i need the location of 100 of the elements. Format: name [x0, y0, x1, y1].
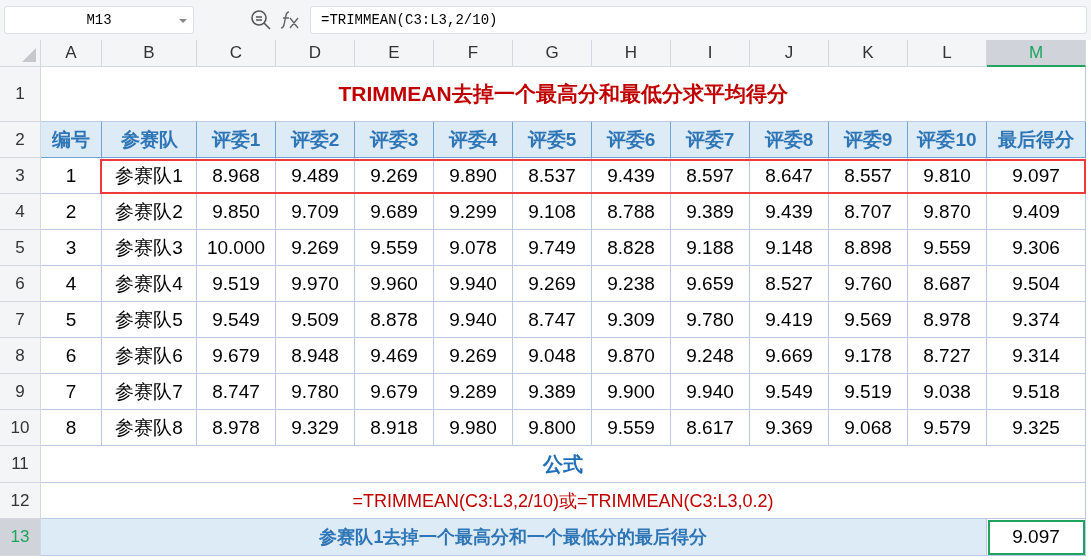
table-cell: 8.828	[592, 230, 671, 266]
table-cell: 8.687	[908, 266, 987, 302]
table-cell: 9.097	[987, 158, 1086, 194]
table-cell: 9.038	[908, 374, 987, 410]
table-cell: 9.940	[434, 266, 513, 302]
row-header[interactable]: 5	[0, 230, 41, 266]
table-cell: 9.068	[829, 410, 908, 446]
row-header[interactable]: 12	[0, 483, 41, 519]
caret-icon	[179, 19, 187, 23]
table-cell: 8.978	[197, 410, 276, 446]
table-cell: 9.389	[513, 374, 592, 410]
table-cell: 9.409	[987, 194, 1086, 230]
table-cell: 9.870	[592, 338, 671, 374]
zoom-out-icon[interactable]	[250, 9, 272, 31]
table-cell: 9.709	[276, 194, 355, 230]
column-heading: 评委4	[434, 122, 513, 158]
column-heading: 评委10	[908, 122, 987, 158]
table-cell: 8.978	[908, 302, 987, 338]
table-cell: 9.108	[513, 194, 592, 230]
table-cell: 9.780	[671, 302, 750, 338]
row-header[interactable]: 7	[0, 302, 41, 338]
name-box[interactable]: M13	[4, 6, 194, 34]
table-cell: 参赛队1	[102, 158, 197, 194]
table-cell: 9.299	[434, 194, 513, 230]
column-header[interactable]: F	[434, 40, 513, 67]
table-cell: 9.940	[434, 302, 513, 338]
column-header[interactable]: K	[829, 40, 908, 67]
table-cell: 9.389	[671, 194, 750, 230]
column-header[interactable]: J	[750, 40, 829, 67]
table-cell: 9.269	[513, 266, 592, 302]
column-header[interactable]: I	[671, 40, 750, 67]
table-cell: 9.504	[987, 266, 1086, 302]
column-header[interactable]: D	[276, 40, 355, 67]
table-cell: 8	[41, 410, 102, 446]
row-header[interactable]: 9	[0, 374, 41, 410]
table-cell: 9.549	[197, 302, 276, 338]
table-cell: 8.747	[513, 302, 592, 338]
table-cell: 8.747	[197, 374, 276, 410]
column-header[interactable]: H	[592, 40, 671, 67]
table-cell: 参赛队6	[102, 338, 197, 374]
table-cell: 9.518	[987, 374, 1086, 410]
column-heading: 评委9	[829, 122, 908, 158]
table-cell: 9.188	[671, 230, 750, 266]
row-header[interactable]: 3	[0, 158, 41, 194]
formula-field[interactable]: =TRIMMEAN(C3:L3,2/10)	[310, 6, 1087, 34]
table-cell: 9.374	[987, 302, 1086, 338]
table-cell: 8.918	[355, 410, 434, 446]
table-cell: 9.329	[276, 410, 355, 446]
table-cell: 3	[41, 230, 102, 266]
column-heading: 评委7	[671, 122, 750, 158]
table-cell: 9.810	[908, 158, 987, 194]
table-cell: 8.537	[513, 158, 592, 194]
table-cell: 1	[41, 158, 102, 194]
table-cell: 9.469	[355, 338, 434, 374]
row-header[interactable]: 2	[0, 122, 41, 158]
column-header[interactable]: C	[197, 40, 276, 67]
section-label: 公式	[41, 446, 1086, 483]
table-cell: 9.306	[987, 230, 1086, 266]
row-header[interactable]: 11	[0, 446, 41, 483]
table-cell: 10.000	[197, 230, 276, 266]
table-cell: 9.178	[829, 338, 908, 374]
table-cell: 9.238	[592, 266, 671, 302]
table-cell: 9.679	[355, 374, 434, 410]
column-heading: 参赛队	[102, 122, 197, 158]
table-cell: 8.898	[829, 230, 908, 266]
row-header[interactable]: 10	[0, 410, 41, 446]
table-cell: 9.269	[355, 158, 434, 194]
table-cell: 9.439	[750, 194, 829, 230]
table-cell: 9.369	[750, 410, 829, 446]
table-cell: 9.780	[276, 374, 355, 410]
column-header[interactable]: L	[908, 40, 987, 67]
column-heading: 评委2	[276, 122, 355, 158]
table-cell: 9.325	[987, 410, 1086, 446]
column-header[interactable]: E	[355, 40, 434, 67]
table-cell: 9.800	[513, 410, 592, 446]
column-heading: 评委6	[592, 122, 671, 158]
column-header[interactable]: G	[513, 40, 592, 67]
table-cell: 9.269	[434, 338, 513, 374]
table-cell: 9.289	[434, 374, 513, 410]
table-cell: 9.569	[829, 302, 908, 338]
table-cell: 9.078	[434, 230, 513, 266]
table-cell: 8.527	[750, 266, 829, 302]
row-header[interactable]: 1	[0, 67, 41, 122]
table-cell: 9.689	[355, 194, 434, 230]
table-cell: 9.749	[513, 230, 592, 266]
table-cell: 9.559	[355, 230, 434, 266]
column-header[interactable]: A	[41, 40, 102, 67]
table-cell: 9.549	[750, 374, 829, 410]
table-cell: 参赛队5	[102, 302, 197, 338]
column-heading: 评委5	[513, 122, 592, 158]
table-cell: 7	[41, 374, 102, 410]
row-header[interactable]: 6	[0, 266, 41, 302]
column-header[interactable]: B	[102, 40, 197, 67]
table-cell: 9.439	[592, 158, 671, 194]
table-cell: 参赛队8	[102, 410, 197, 446]
table-cell: 9.579	[908, 410, 987, 446]
row-header[interactable]: 8	[0, 338, 41, 374]
table-cell: 4	[41, 266, 102, 302]
row-header[interactable]: 4	[0, 194, 41, 230]
table-cell: 9.269	[276, 230, 355, 266]
